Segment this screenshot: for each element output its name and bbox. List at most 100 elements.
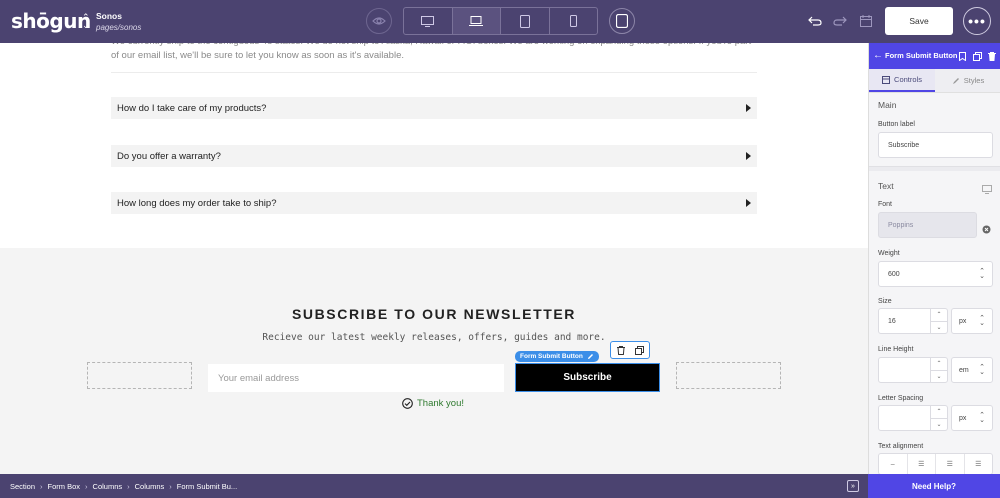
desktop-icon[interactable] bbox=[982, 181, 992, 199]
button-label-input[interactable]: Subscribe bbox=[878, 132, 993, 158]
main-section-title: Main bbox=[878, 100, 897, 110]
newsletter-subtitle: Recieve our latest weekly releases, offe… bbox=[262, 332, 606, 343]
size-label: Size bbox=[878, 298, 892, 305]
chevron-right-icon: › bbox=[127, 482, 130, 491]
empty-column-placeholder[interactable] bbox=[676, 362, 781, 389]
subscribe-button[interactable]: Subscribe bbox=[515, 363, 660, 392]
letter-spacing-label: Letter Spacing bbox=[878, 395, 924, 402]
device-tablet-button[interactable] bbox=[501, 8, 550, 34]
breadcrumb: Section › Form Box › Columns › Columns ›… bbox=[10, 482, 237, 491]
line-height-input[interactable]: ⌃ ⌄ bbox=[878, 357, 948, 383]
chevron-right-icon: › bbox=[85, 482, 88, 491]
tab-styles[interactable]: Styles bbox=[935, 69, 1000, 92]
letter-spacing-stepper[interactable]: ⌃ ⌄ bbox=[930, 406, 947, 430]
need-help-button[interactable]: Need Help? bbox=[868, 474, 1000, 498]
faq-item[interactable]: How long does my order take to ship? bbox=[111, 192, 757, 214]
copy-icon bbox=[972, 51, 982, 61]
align-none-button[interactable]: – bbox=[879, 454, 908, 474]
page-canvas: We currently ship to the contiguous 48 s… bbox=[0, 43, 868, 474]
save-button[interactable]: Save bbox=[885, 7, 953, 35]
close-circle-icon bbox=[982, 225, 991, 234]
chevron-right-icon: › bbox=[40, 482, 43, 491]
frame-icon bbox=[616, 14, 628, 28]
align-center-icon[interactable]: ☰ bbox=[936, 454, 965, 474]
duplicate-element-button[interactable] bbox=[630, 342, 649, 358]
chevron-up-icon: ⌃ bbox=[931, 309, 947, 322]
redo-icon bbox=[833, 16, 847, 26]
tab-controls-label: Controls bbox=[894, 75, 922, 84]
chevron-down-icon: ⌄ bbox=[936, 421, 942, 428]
site-name: Sonos bbox=[96, 11, 122, 21]
breadcrumb-item-current[interactable]: Form Submit Bu... bbox=[177, 482, 237, 491]
line-height-stepper[interactable]: ⌃ ⌄ bbox=[930, 358, 947, 382]
mobile-icon bbox=[569, 15, 577, 27]
faq-item[interactable]: Do you offer a warranty? bbox=[111, 145, 757, 167]
align-left-icon[interactable]: ☰ bbox=[908, 454, 936, 474]
device-desktop-button[interactable] bbox=[404, 8, 453, 34]
empty-column-placeholder[interactable] bbox=[87, 362, 192, 389]
undo-icon bbox=[808, 16, 822, 26]
panel-tabs: Controls Styles bbox=[869, 69, 1000, 93]
panel-title: Form Submit Button bbox=[885, 51, 958, 60]
size-unit-value: px bbox=[959, 317, 967, 325]
tab-controls[interactable]: Controls bbox=[869, 69, 935, 92]
delete-button[interactable] bbox=[987, 51, 997, 61]
breadcrumb-item[interactable]: Columns bbox=[93, 482, 123, 491]
tab-styles-label: Styles bbox=[963, 76, 985, 85]
device-mobile-button[interactable] bbox=[550, 8, 598, 34]
caret-right-icon bbox=[746, 199, 751, 207]
weight-select[interactable]: 600 ⌃ ⌄ bbox=[878, 261, 993, 287]
tablet-icon bbox=[519, 14, 530, 28]
breadcrumb-item[interactable]: Section bbox=[10, 482, 35, 491]
chevron-down-icon: ⌄ bbox=[936, 324, 942, 331]
email-input[interactable] bbox=[208, 364, 504, 392]
chevron-down-icon: ⌄ bbox=[936, 373, 942, 380]
breadcrumb-item[interactable]: Form Box bbox=[48, 482, 81, 491]
letter-spacing-input[interactable]: ⌃ ⌄ bbox=[878, 405, 948, 431]
bookmark-icon bbox=[958, 51, 966, 61]
undo-button[interactable] bbox=[807, 13, 823, 29]
faq-question: How long does my order take to ship? bbox=[117, 198, 277, 209]
controls-icon bbox=[882, 75, 891, 84]
text-section-title: Text bbox=[878, 181, 894, 191]
preview-button[interactable] bbox=[366, 8, 392, 34]
size-input[interactable]: 16 ⌃ ⌄ bbox=[878, 308, 948, 334]
font-label: Font bbox=[878, 201, 893, 208]
schedule-button[interactable] bbox=[858, 13, 874, 29]
font-select[interactable]: Poppins bbox=[878, 212, 977, 238]
frame-toggle-button[interactable] bbox=[609, 8, 635, 34]
duplicate-button[interactable] bbox=[972, 51, 982, 61]
device-switcher bbox=[403, 7, 598, 35]
chevron-up-icon: ⌃ bbox=[931, 406, 947, 419]
text-alignment-group: – ☰ ☰ ☰ bbox=[878, 453, 993, 474]
bookmark-button[interactable] bbox=[957, 51, 967, 61]
collapse-panel-button[interactable]: » bbox=[847, 480, 859, 492]
line-height-unit-select[interactable]: em ⌃ ⌄ bbox=[951, 357, 993, 383]
chevron-up-down-icon: ⌃ ⌄ bbox=[979, 268, 985, 280]
faq-item[interactable]: How do I take care of my products? bbox=[111, 97, 757, 119]
faq-question: Do you offer a warranty? bbox=[117, 151, 221, 162]
size-stepper[interactable]: ⌃ ⌄ bbox=[930, 309, 947, 333]
more-options-button[interactable]: ••• bbox=[963, 7, 991, 35]
text-alignment-label: Text alignment bbox=[878, 443, 924, 450]
panel-header: ← Form Submit Button bbox=[869, 43, 1000, 69]
back-arrow-icon[interactable]: ← bbox=[873, 50, 883, 61]
chevron-up-down-icon: ⌃ ⌄ bbox=[979, 412, 985, 424]
clear-font-button[interactable] bbox=[982, 221, 991, 239]
chevron-up-down-icon: ⌃ ⌄ bbox=[979, 315, 985, 327]
newsletter-section: SUBSCRIBE TO OUR NEWSLETTER Recieve our … bbox=[0, 248, 868, 474]
selected-element-tag[interactable]: Form Submit Button bbox=[515, 351, 599, 362]
line-height-unit-value: em bbox=[959, 366, 969, 374]
letter-spacing-unit-select[interactable]: px ⌃ ⌄ bbox=[951, 405, 993, 431]
section-divider bbox=[869, 166, 1000, 171]
device-laptop-button[interactable] bbox=[452, 8, 501, 34]
double-chevron-icon: » bbox=[851, 482, 855, 490]
trash-icon bbox=[988, 51, 996, 61]
breadcrumb-item[interactable]: Columns bbox=[135, 482, 165, 491]
redo-button[interactable] bbox=[832, 13, 848, 29]
size-unit-select[interactable]: px ⌃ ⌄ bbox=[951, 308, 993, 334]
properties-panel: ← Form Submit Button Controls Styles Mai… bbox=[868, 43, 1000, 474]
shogun-logo[interactable]: shōgun bbox=[11, 9, 91, 33]
align-right-icon[interactable]: ☰ bbox=[965, 454, 993, 474]
delete-element-button[interactable] bbox=[611, 342, 630, 358]
